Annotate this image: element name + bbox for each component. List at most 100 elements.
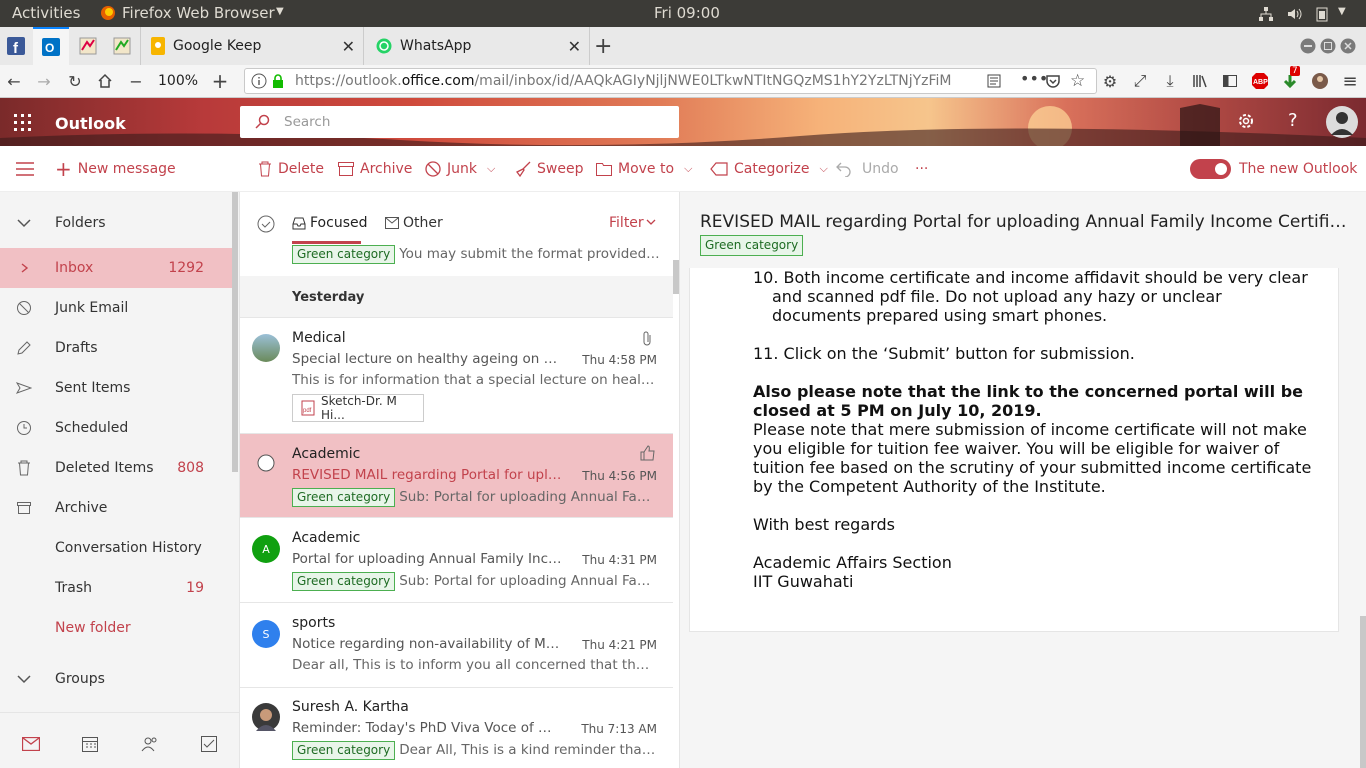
chevron-down-icon[interactable]: ⌵ [820,162,828,176]
zoom-level[interactable]: 100% [158,73,198,89]
clock[interactable]: Fri 09:00 [654,4,720,22]
archive-button[interactable]: Archive [338,146,412,192]
settings-gear-icon[interactable]: ⚙ [1098,69,1122,93]
tab-google-keep[interactable]: Google Keep ✕ [140,27,364,65]
tab-other[interactable]: Other [403,215,443,231]
junk-button[interactable]: Junk ⌵ [425,146,495,192]
folder-inbox[interactable]: Inbox 1292 [0,248,232,288]
new-message-button[interactable]: + New message [55,146,176,192]
calendar-icon[interactable] [81,735,99,753]
attachment-chip[interactable]: pdf Sketch-Dr. M Hi... [292,394,424,422]
folder-trash[interactable]: Trash 19 [0,568,232,608]
system-menu-chevron-icon[interactable]: ▼ [1338,6,1346,17]
lock-icon[interactable] [271,73,285,89]
account-avatar[interactable] [1325,105,1359,139]
reader-view-icon[interactable] [986,73,1002,89]
folder-deleted-items[interactable]: Deleted Items 808 [0,448,232,488]
search-box[interactable]: Search [240,106,679,138]
filter-button[interactable]: Filter [609,215,644,231]
sweep-button[interactable]: Sweep [515,146,583,192]
folder-archive[interactable]: Archive [0,488,232,528]
maximize-icon[interactable] [1320,38,1336,54]
battery-icon[interactable] [1314,6,1330,22]
bookmark-star-icon[interactable]: ☆ [1070,71,1085,91]
tab-pinned-1[interactable] [72,27,104,65]
delete-button[interactable]: Delete [258,146,324,192]
settings-gear-icon[interactable] [1237,112,1255,130]
close-icon[interactable]: ✕ [568,37,581,56]
volume-icon[interactable] [1286,6,1302,22]
header-background-image [0,104,1366,146]
partial-message-preview[interactable]: Green category You may submit the format … [292,245,662,264]
minimize-icon[interactable] [1300,38,1316,54]
close-icon[interactable]: ✕ [342,37,355,56]
message-row[interactable]: A Academic Portal for uploading Annual F… [240,518,673,603]
extension-download-icon[interactable]: 7 [1278,66,1302,93]
select-all-checkbox-icon[interactable] [257,215,275,233]
folder-scheduled[interactable]: Scheduled [0,408,232,448]
tasks-icon[interactable] [200,735,218,753]
undo-button[interactable]: Undo [836,146,899,192]
sidebar-icon[interactable] [1218,69,1242,93]
mail-icon[interactable] [22,737,40,751]
home-icon[interactable] [93,69,117,93]
info-icon[interactable] [251,73,267,89]
hamburger-menu-icon[interactable]: ≡ [1338,69,1362,93]
profile-avatar-icon[interactable] [1308,69,1332,93]
category-tag[interactable]: Green category [700,235,804,256]
download-icon[interactable]: ⤓ [1158,69,1182,93]
message-row-selected[interactable]: Academic REVISED MAIL regarding Portal f… [240,434,673,518]
message-row[interactable]: Suresh A. Kartha Reminder: Today's PhD V… [240,688,673,768]
tab-label: WhatsApp [400,38,472,54]
forward-arrow-icon[interactable]: → [32,69,56,93]
tab-whatsapp[interactable]: WhatsApp ✕ [366,27,590,65]
archive-icon [338,162,354,176]
new-tab-plus-icon[interactable]: + [594,27,618,65]
tab-pinned-2[interactable] [106,27,138,65]
app-menu[interactable]: Firefox Web Browser [122,4,275,22]
tab-facebook[interactable]: f [0,27,32,65]
new-outlook-toggle[interactable]: The new Outlook [1190,146,1357,192]
url-bar[interactable]: https://outlook.office.com/mail/inbox/id… [244,68,1097,94]
tab-label: Google Keep [173,38,262,54]
new-folder-link[interactable]: New folder [0,608,232,648]
select-circle-icon[interactable] [257,454,275,472]
tab-focused[interactable]: Focused [310,215,367,231]
folder-sent-items[interactable]: Sent Items [0,368,232,408]
scrollbar-thumb[interactable] [1360,616,1366,768]
message-row[interactable]: S sports Notice regarding non-availabili… [240,603,673,688]
tab-outlook-active[interactable]: O [33,27,69,65]
scrollbar-thumb[interactable] [673,260,679,294]
message-row[interactable]: Medical Special lecture on healthy agein… [240,318,673,434]
app-title[interactable]: Outlook [55,114,126,133]
network-icon[interactable] [1258,6,1274,22]
adblock-icon[interactable]: ABP [1248,69,1272,93]
zoom-out-icon[interactable]: − [124,69,148,93]
scrollbar-thumb[interactable] [232,192,238,472]
chevron-down-icon[interactable]: ⌵ [487,162,495,176]
hamburger-menu-icon[interactable] [16,162,34,176]
folder-conversation-history[interactable]: Conversation History [0,528,232,568]
toggle-switch[interactable] [1190,159,1231,179]
folder-drafts[interactable]: Drafts [0,328,232,368]
like-icon[interactable] [640,445,656,461]
chevron-down-icon[interactable] [646,219,656,227]
folders-header[interactable]: Folders [0,203,232,243]
folder-junk-email[interactable]: Junk Email [0,288,232,328]
groups-header[interactable]: Groups [0,659,232,699]
people-icon[interactable] [141,735,159,753]
pocket-icon[interactable] [1045,73,1061,89]
categorize-button[interactable]: Categorize ⌵ [710,146,828,192]
help-icon[interactable]: ? [1288,110,1298,131]
reload-icon[interactable]: ↻ [63,69,87,93]
zoom-in-icon[interactable]: + [208,69,232,93]
back-arrow-icon[interactable]: ← [2,69,26,93]
move-to-button[interactable]: Move to ⌵ [596,146,692,192]
chevron-down-icon[interactable]: ⌵ [684,162,692,176]
fullscreen-icon[interactable]: ⤢ [1128,69,1152,93]
library-icon[interactable] [1188,69,1212,93]
more-actions-icon[interactable]: ··· [915,146,928,192]
activities-button[interactable]: Activities [12,4,80,22]
window-close-icon[interactable] [1340,38,1356,54]
app-launcher-icon[interactable] [14,114,32,132]
